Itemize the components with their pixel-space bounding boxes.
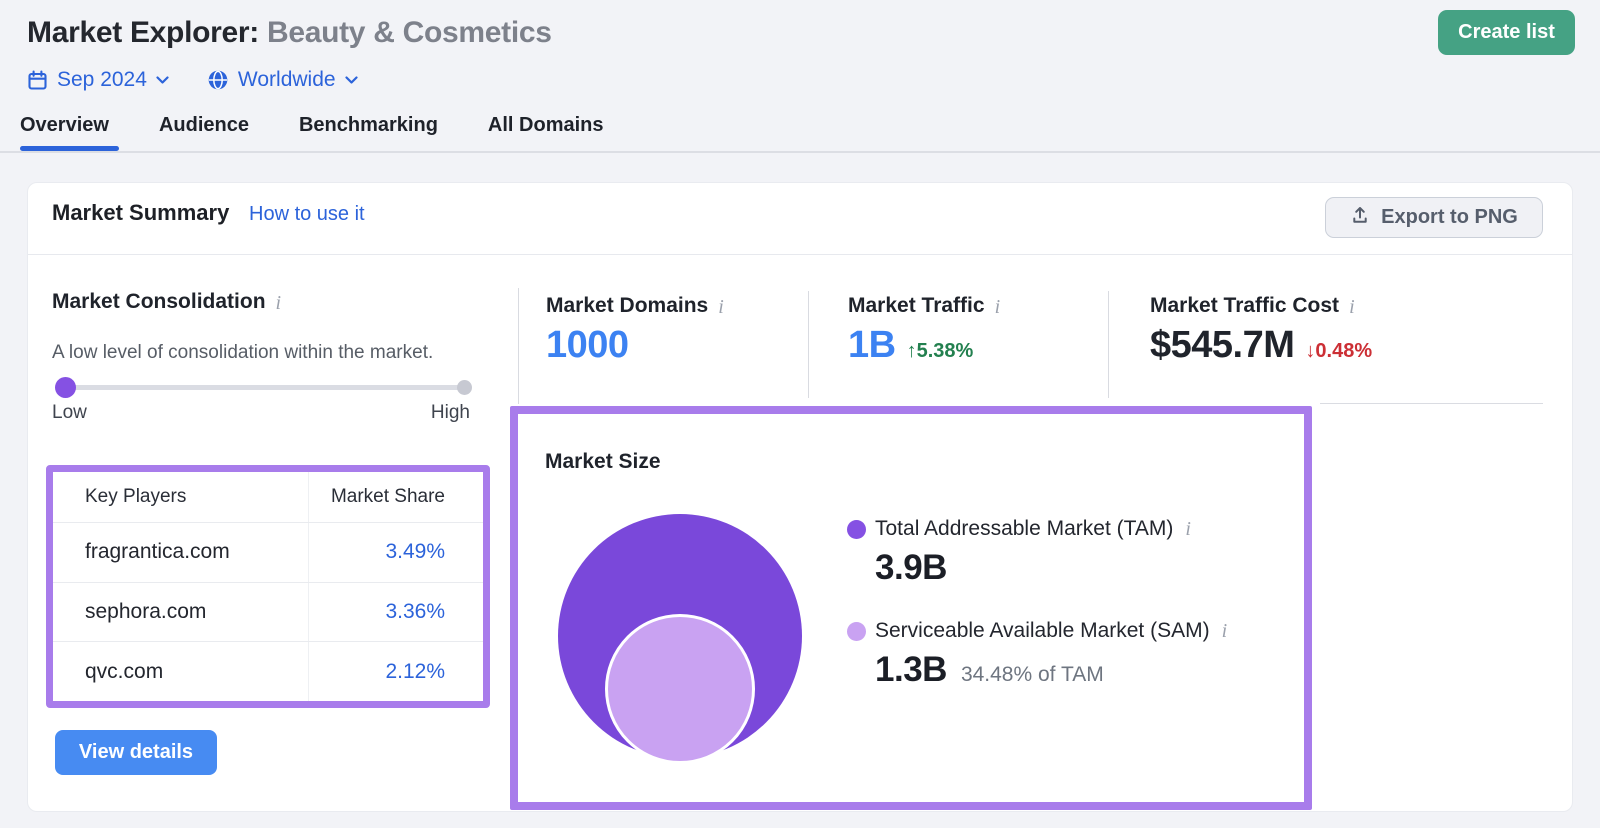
market-domains-value: 1000 xyxy=(546,324,629,367)
stats-divider xyxy=(518,288,519,404)
upload-icon xyxy=(1350,205,1370,231)
card-title: Market Summary xyxy=(52,200,229,226)
filter-bar: Sep 2024 Worldwide xyxy=(27,66,358,94)
market-traffic-title: Market Traffic xyxy=(848,294,985,318)
column-key-players: Key Players xyxy=(85,486,186,508)
market-domains-value-row: 1000 xyxy=(546,324,629,367)
sam-legend-dot xyxy=(847,622,866,641)
stats-divider xyxy=(1108,291,1109,398)
market-traffic-value: 1B xyxy=(848,324,896,367)
scale-high-label: High xyxy=(431,402,470,424)
stats-bottom-divider xyxy=(1320,403,1543,404)
market-traffic-header: Market Traffic i xyxy=(848,294,1000,318)
market-traffic-cost-header: Market Traffic Cost i xyxy=(1150,294,1355,318)
page-title-prefix: Market Explorer: xyxy=(27,16,259,49)
date-filter[interactable]: Sep 2024 xyxy=(27,68,169,92)
tab-all-domains[interactable]: All Domains xyxy=(488,114,604,151)
market-consolidation-description: A low level of consolidation within the … xyxy=(52,342,433,364)
player-domain[interactable]: sephora.com xyxy=(85,600,206,624)
market-size-title: Market Size xyxy=(545,450,661,474)
market-traffic-cost-delta: ↓0.48% xyxy=(1305,340,1372,363)
info-icon[interactable]: i xyxy=(718,294,724,317)
export-to-png-label: Export to PNG xyxy=(1381,206,1518,229)
tam-legend-dot xyxy=(847,520,866,539)
column-market-share: Market Share xyxy=(331,486,445,508)
market-explorer-page: Market Explorer:Beauty & Cosmetics Creat… xyxy=(0,0,1600,828)
player-share[interactable]: 3.49% xyxy=(385,540,445,564)
player-share[interactable]: 2.12% xyxy=(385,660,445,684)
market-traffic-cost-title: Market Traffic Cost xyxy=(1150,294,1339,318)
view-details-button[interactable]: View details xyxy=(55,730,217,775)
page-title: Market Explorer:Beauty & Cosmetics xyxy=(27,16,552,50)
info-icon[interactable]: i xyxy=(1185,519,1191,539)
player-domain[interactable]: fragrantica.com xyxy=(85,540,230,564)
consolidation-slider-track xyxy=(56,385,470,390)
sam-label: Serviceable Available Market (SAM) xyxy=(875,619,1210,643)
stats-divider xyxy=(808,291,809,398)
player-domain[interactable]: qvc.com xyxy=(85,660,163,684)
market-traffic-delta: ↑5.38% xyxy=(907,340,974,363)
scale-low-label: Low xyxy=(52,402,87,424)
page-title-market: Beauty & Cosmetics xyxy=(267,16,552,49)
market-consolidation-title: Market Consolidation xyxy=(52,290,266,314)
consolidation-slider-knob xyxy=(55,377,76,398)
tam-label: Total Addressable Market (TAM) xyxy=(875,517,1173,541)
how-to-use-link[interactable]: How to use it xyxy=(249,203,365,226)
tab-benchmarking[interactable]: Benchmarking xyxy=(299,114,438,151)
key-players-header-row: Key Players Market Share xyxy=(53,472,483,522)
chevron-down-icon xyxy=(345,76,358,85)
tam-value: 3.9B xyxy=(875,548,947,588)
table-row[interactable]: fragrantica.com 3.49% xyxy=(53,522,483,582)
region-filter[interactable]: Worldwide xyxy=(207,68,358,92)
sam-circle xyxy=(605,614,755,764)
table-row[interactable]: sephora.com 3.36% xyxy=(53,582,483,642)
consolidation-scale-labels: Low High xyxy=(52,402,470,424)
create-list-button[interactable]: Create list xyxy=(1438,10,1575,55)
sam-value: 1.3B xyxy=(875,650,947,690)
market-traffic-cost-value: $545.7M xyxy=(1150,324,1294,367)
table-row[interactable]: qvc.com 2.12% xyxy=(53,641,483,701)
info-icon[interactable]: i xyxy=(1222,621,1228,641)
sam-percent-of-tam: 34.48% of TAM xyxy=(961,663,1104,687)
market-domains-header: Market Domains i xyxy=(546,294,724,318)
info-icon[interactable]: i xyxy=(1349,294,1355,317)
chevron-down-icon xyxy=(156,76,169,85)
calendar-icon xyxy=(27,70,48,91)
card-header-divider xyxy=(28,254,1572,255)
market-traffic-value-row: 1B ↑5.38% xyxy=(848,324,973,367)
market-domains-title: Market Domains xyxy=(546,294,708,318)
info-icon[interactable]: i xyxy=(995,294,1001,317)
sam-legend-item: Serviceable Available Market (SAM) i 1.3… xyxy=(847,619,1227,690)
export-to-png-button[interactable]: Export to PNG xyxy=(1325,197,1543,238)
region-filter-label: Worldwide xyxy=(238,68,336,92)
market-traffic-cost-value-row: $545.7M ↓0.48% xyxy=(1150,324,1372,367)
info-icon[interactable]: i xyxy=(276,290,282,313)
key-players-table: Key Players Market Share fragrantica.com… xyxy=(46,465,490,708)
consolidation-slider-end-dot xyxy=(457,380,472,395)
tam-legend-item: Total Addressable Market (TAM) i 3.9B xyxy=(847,517,1191,588)
active-tab-underline xyxy=(20,146,119,151)
tab-audience[interactable]: Audience xyxy=(159,114,249,151)
market-consolidation-header: Market Consolidation i xyxy=(52,290,281,314)
player-share[interactable]: 3.36% xyxy=(385,600,445,624)
date-filter-label: Sep 2024 xyxy=(57,68,147,92)
globe-icon xyxy=(207,69,229,91)
tab-bar-divider xyxy=(0,151,1600,153)
